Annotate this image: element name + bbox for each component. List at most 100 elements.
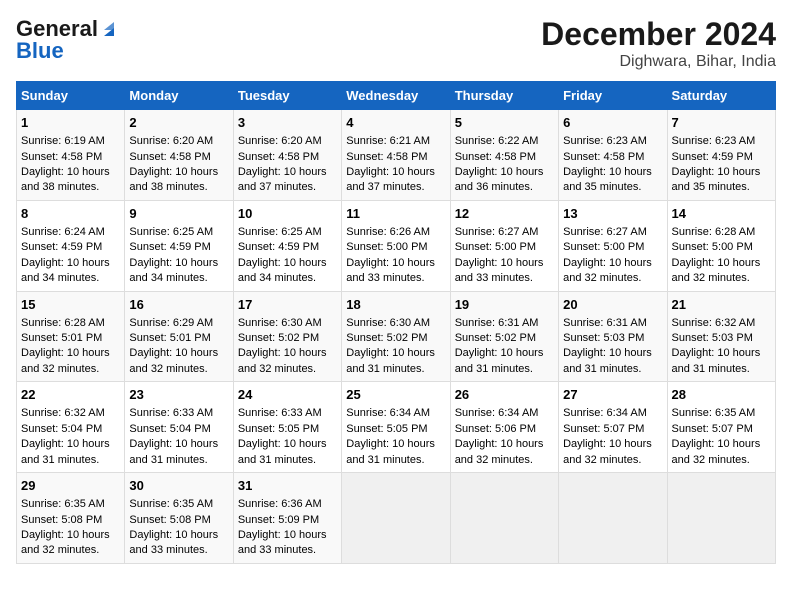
day-info: Sunset: 5:03 PM (563, 331, 662, 346)
day-info: Sunrise: 6:25 AM (238, 225, 337, 240)
day-info: Sunset: 4:58 PM (346, 150, 445, 165)
day-info: Sunset: 5:06 PM (455, 422, 554, 437)
day-number: 4 (346, 114, 445, 132)
day-info: Sunrise: 6:27 AM (563, 225, 662, 240)
day-info: Sunrise: 6:21 AM (346, 134, 445, 149)
day-info: Sunset: 5:02 PM (238, 331, 337, 346)
day-info: Daylight: 10 hours (129, 165, 228, 180)
day-number: 17 (238, 296, 337, 314)
col-saturday: Saturday (667, 82, 775, 110)
day-info: Daylight: 10 hours (672, 165, 771, 180)
calendar-cell (559, 473, 667, 564)
day-info: Sunset: 5:08 PM (129, 513, 228, 528)
day-info: and 31 minutes. (672, 362, 771, 377)
day-number: 19 (455, 296, 554, 314)
day-info: Sunset: 5:07 PM (672, 422, 771, 437)
day-info: and 33 minutes. (238, 543, 337, 558)
day-info: Sunset: 5:02 PM (346, 331, 445, 346)
day-number: 3 (238, 114, 337, 132)
day-info: and 33 minutes. (129, 543, 228, 558)
day-info: Sunrise: 6:32 AM (21, 406, 120, 421)
calendar-week-row: 1Sunrise: 6:19 AMSunset: 4:58 PMDaylight… (17, 110, 776, 201)
day-info: Sunset: 4:59 PM (21, 240, 120, 255)
day-info: Daylight: 10 hours (346, 165, 445, 180)
day-info: Daylight: 10 hours (129, 528, 228, 543)
calendar-cell: 8Sunrise: 6:24 AMSunset: 4:59 PMDaylight… (17, 200, 125, 291)
calendar-cell: 23Sunrise: 6:33 AMSunset: 5:04 PMDayligh… (125, 382, 233, 473)
day-info: and 32 minutes. (21, 543, 120, 558)
calendar-cell: 31Sunrise: 6:36 AMSunset: 5:09 PMDayligh… (233, 473, 341, 564)
day-info: and 31 minutes. (563, 362, 662, 377)
day-number: 12 (455, 205, 554, 223)
day-info: Sunset: 5:00 PM (455, 240, 554, 255)
day-number: 16 (129, 296, 228, 314)
page-title: December 2024 (541, 16, 776, 53)
day-info: Sunset: 5:01 PM (129, 331, 228, 346)
day-info: Sunset: 5:02 PM (455, 331, 554, 346)
day-info: and 32 minutes. (563, 453, 662, 468)
logo-arrow-icon (100, 20, 118, 38)
day-info: Sunset: 5:00 PM (346, 240, 445, 255)
col-tuesday: Tuesday (233, 82, 341, 110)
calendar-cell: 30 Sunrise: 6:35 AMSunset: 5:08 PMDayligh… (125, 473, 233, 564)
day-info: Daylight: 10 hours (563, 346, 662, 361)
day-info: Sunrise: 6:34 AM (346, 406, 445, 421)
day-info: and 32 minutes. (455, 453, 554, 468)
day-info: Daylight: 10 hours (21, 437, 120, 452)
day-info: Daylight: 10 hours (455, 165, 554, 180)
day-info: Daylight: 10 hours (238, 437, 337, 452)
day-info: and 34 minutes. (129, 271, 228, 286)
day-info: Daylight: 10 hours (563, 165, 662, 180)
calendar-cell: 4 Sunrise: 6:21 AMSunset: 4:58 PMDaylight… (342, 110, 450, 201)
day-info: Daylight: 10 hours (346, 437, 445, 452)
day-info: Daylight: 10 hours (238, 256, 337, 271)
day-number: 28 (672, 386, 771, 404)
day-info: and 32 minutes. (563, 271, 662, 286)
day-number: 24 (238, 386, 337, 404)
calendar-cell: 24Sunrise: 6:33 AMSunset: 5:05 PMDayligh… (233, 382, 341, 473)
day-info: Daylight: 10 hours (563, 437, 662, 452)
day-info: Sunrise: 6:29 AM (129, 316, 228, 331)
day-info: Daylight: 10 hours (455, 346, 554, 361)
calendar-cell (450, 473, 558, 564)
calendar-cell: 5Sunrise: 6:22 AMSunset: 4:58 PMDaylight… (450, 110, 558, 201)
calendar-cell: 25Sunrise: 6:34 AMSunset: 5:05 PMDayligh… (342, 382, 450, 473)
day-info: Sunrise: 6:34 AM (455, 406, 554, 421)
day-number: 6 (563, 114, 662, 132)
day-number: 25 (346, 386, 445, 404)
calendar-cell: 27Sunrise: 6:34 AMSunset: 5:07 PMDayligh… (559, 382, 667, 473)
calendar-week-row: 15Sunrise: 6:28 AMSunset: 5:01 PMDayligh… (17, 291, 776, 382)
day-info: Sunset: 4:59 PM (129, 240, 228, 255)
day-info: Sunset: 4:58 PM (238, 150, 337, 165)
day-info: Sunrise: 6:35 AM (129, 497, 228, 512)
day-info: Daylight: 10 hours (672, 346, 771, 361)
day-info: Daylight: 10 hours (129, 346, 228, 361)
day-info: Sunset: 5:03 PM (672, 331, 771, 346)
day-info: and 38 minutes. (21, 180, 120, 195)
day-info: Sunrise: 6:28 AM (672, 225, 771, 240)
day-number: 13 (563, 205, 662, 223)
calendar-cell (667, 473, 775, 564)
day-info: Sunrise: 6:26 AM (346, 225, 445, 240)
day-info: Sunrise: 6:34 AM (563, 406, 662, 421)
day-info: Sunrise: 6:20 AM (129, 134, 228, 149)
calendar-cell: 2Sunrise: 6:20 AMSunset: 4:58 PMDaylight… (125, 110, 233, 201)
calendar-cell: 7Sunrise: 6:23 AMSunset: 4:59 PMDaylight… (667, 110, 775, 201)
day-info: Sunset: 5:05 PM (238, 422, 337, 437)
day-info: and 35 minutes. (672, 180, 771, 195)
day-number: 30 (129, 477, 228, 495)
calendar-cell: 14Sunrise: 6:28 AMSunset: 5:00 PMDayligh… (667, 200, 775, 291)
day-info: Sunrise: 6:23 AM (563, 134, 662, 149)
day-info: and 33 minutes. (455, 271, 554, 286)
day-info: Sunrise: 6:25 AM (129, 225, 228, 240)
day-info: Sunset: 5:00 PM (563, 240, 662, 255)
day-info: Sunrise: 6:31 AM (455, 316, 554, 331)
day-info: Sunrise: 6:27 AM (455, 225, 554, 240)
calendar-cell: 17Sunrise: 6:30 AMSunset: 5:02 PMDayligh… (233, 291, 341, 382)
calendar-cell: 19 Sunrise: 6:31 AMSunset: 5:02 PMDayligh… (450, 291, 558, 382)
day-number: 8 (21, 205, 120, 223)
day-info: and 34 minutes. (238, 271, 337, 286)
day-info: Sunset: 4:59 PM (238, 240, 337, 255)
day-info: and 31 minutes. (238, 453, 337, 468)
calendar-cell: 9Sunrise: 6:25 AMSunset: 4:59 PMDaylight… (125, 200, 233, 291)
